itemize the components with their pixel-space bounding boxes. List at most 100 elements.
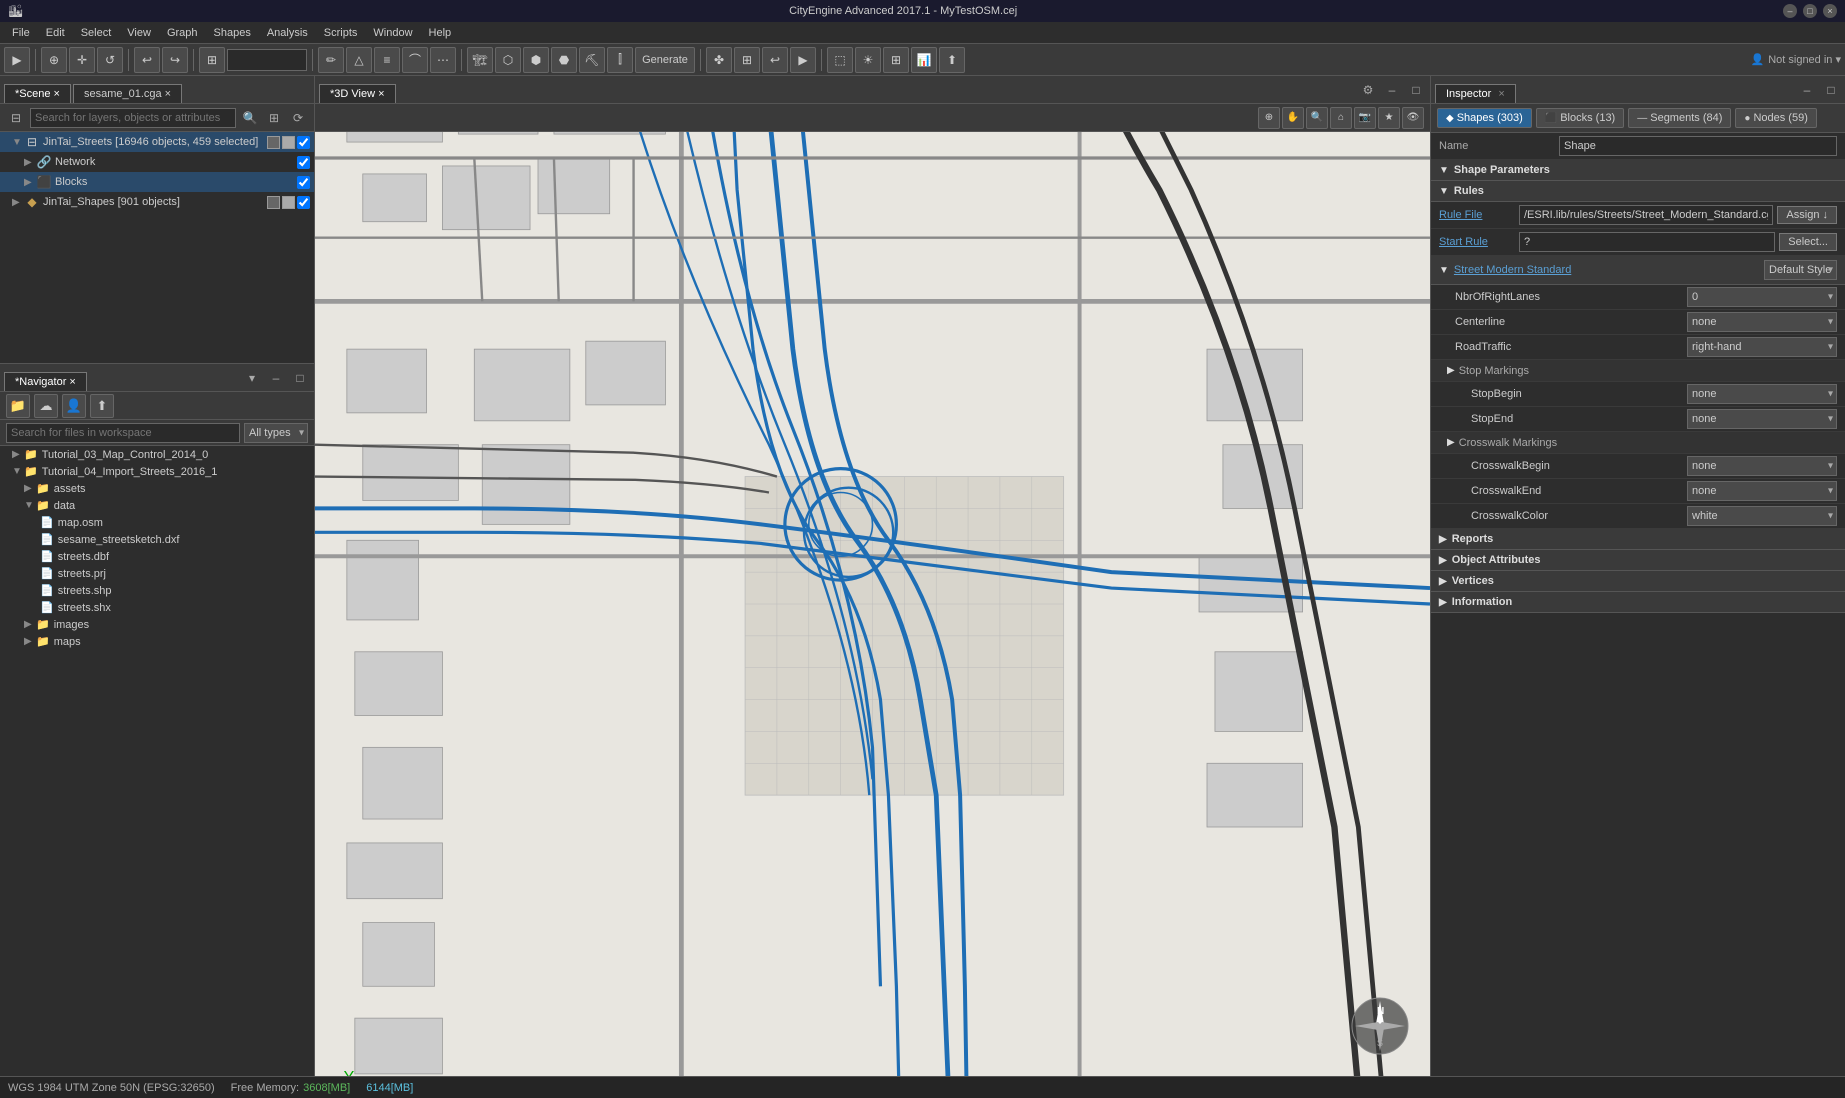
shape-params-header[interactable]: ▼ Shape Parameters xyxy=(1431,160,1845,181)
view-orbit-btn[interactable]: ⊕ xyxy=(1258,107,1280,129)
view-pan-btn[interactable]: ✋ xyxy=(1282,107,1304,129)
segments-tab[interactable]: — Segments (84) xyxy=(1628,108,1731,128)
toolbar-undo-btn[interactable]: ↩ xyxy=(134,47,160,73)
layer-jintai-shapes[interactable]: ▶ ◆ JinTai_Shapes [901 objects] xyxy=(0,192,314,212)
toolbar-play-btn[interactable]: ▶ xyxy=(790,47,816,73)
reports-header[interactable]: ▶ Reports xyxy=(1431,529,1845,550)
information-header[interactable]: ▶ Information xyxy=(1431,592,1845,613)
toolbar-zoom-btn[interactable]: ⊞ xyxy=(199,47,225,73)
shapes-checkbox[interactable] xyxy=(297,196,310,209)
layer-checkbox[interactable] xyxy=(297,136,310,149)
rule-file-input[interactable] xyxy=(1519,205,1773,225)
crosswalk-end-select[interactable]: nonezebra xyxy=(1687,481,1837,501)
toolbar-open-btn[interactable]: ▶ xyxy=(4,47,30,73)
nav-streets-shp-item[interactable]: 📄 streets.shp xyxy=(0,582,314,599)
view-home-btn[interactable]: ⌂ xyxy=(1330,107,1352,129)
nav-tutorial03-item[interactable]: ▶ 📁 Tutorial_03_Map_Control_2014_0 xyxy=(0,446,314,463)
menu-file[interactable]: File xyxy=(4,25,38,41)
nav-maps-item[interactable]: ▶ 📁 maps xyxy=(0,633,314,650)
layer-jintai-streets[interactable]: ▼ ⊟ JinTai_Streets [16946 objects, 459 s… xyxy=(0,132,314,152)
nav-cloud2-btn[interactable]: ⬆ xyxy=(90,394,114,418)
crosswalk-begin-select[interactable]: nonezebra xyxy=(1687,456,1837,476)
menu-window[interactable]: Window xyxy=(365,25,420,41)
nav-collapse-btn[interactable]: ▾ xyxy=(242,368,262,388)
maximize-button[interactable]: □ xyxy=(1803,4,1817,18)
toolbar-export-btn[interactable]: ⬆ xyxy=(939,47,965,73)
view-zoom-btn[interactable]: 🔍 xyxy=(1306,107,1328,129)
navigator-type-filter[interactable]: All types CGA files Scene files xyxy=(244,423,308,443)
nav-maximize-btn[interactable]: □ xyxy=(290,368,310,388)
toolbar-snap-btn[interactable]: ✤ xyxy=(706,47,732,73)
toolbar-align-btn[interactable]: ⫿ xyxy=(607,47,633,73)
expand-icon[interactable]: ▼ xyxy=(12,137,24,148)
nav-streets-dbf-item[interactable]: 📄 streets.dbf xyxy=(0,548,314,565)
toolbar-redo-btn[interactable]: ↪ xyxy=(162,47,188,73)
view-maximize-btn[interactable]: □ xyxy=(1406,80,1426,100)
toolbar-block-btn[interactable]: ⬢ xyxy=(523,47,549,73)
toolbar-select-btn[interactable]: ⊕ xyxy=(41,47,67,73)
toolbar-curve-btn[interactable]: ⌒ xyxy=(402,47,428,73)
shapes-vis-icon[interactable] xyxy=(267,196,280,209)
toolbar-ortho-btn[interactable]: ↩ xyxy=(762,47,788,73)
select-button[interactable]: Select... xyxy=(1779,233,1837,251)
toolbar-layers-btn[interactable]: ⊞ xyxy=(883,47,909,73)
nav-sesame-dxf-item[interactable]: 📄 sesame_streetsketch.dxf xyxy=(0,531,314,548)
scene-share-button[interactable]: ⟳ xyxy=(288,108,308,128)
shapes-tab[interactable]: ◆ Shapes (303) xyxy=(1437,108,1532,128)
toolbar-line-btn[interactable]: ≡ xyxy=(374,47,400,73)
nav-streets-prj-item[interactable]: 📄 streets.prj xyxy=(0,565,314,582)
toolbar-light-btn[interactable]: ☀ xyxy=(855,47,881,73)
nav-assets-expand-icon[interactable]: ▶ xyxy=(24,483,36,494)
cga-tab[interactable]: sesame_01.cga × xyxy=(73,84,182,103)
stop-begin-select[interactable]: nonestop_line xyxy=(1687,384,1837,404)
road-traffic-select[interactable]: right-handleft-hand xyxy=(1687,337,1837,357)
close-button[interactable]: × xyxy=(1823,4,1837,18)
nav-assets-item[interactable]: ▶ 📁 assets xyxy=(0,480,314,497)
shapes-expand-icon[interactable]: ▶ xyxy=(12,197,24,208)
assign-button[interactable]: Assign ↓ xyxy=(1777,206,1837,224)
scene-settings-button[interactable]: ⊞ xyxy=(264,108,284,128)
nav-data-expand-icon[interactable]: ▼ xyxy=(24,500,36,511)
scene-tab[interactable]: *Scene × xyxy=(4,84,71,103)
nav-images-item[interactable]: ▶ 📁 images xyxy=(0,616,314,633)
nbr-right-lanes-select[interactable]: 0123 xyxy=(1687,287,1837,307)
menu-help[interactable]: Help xyxy=(421,25,460,41)
minimize-button[interactable]: – xyxy=(1783,4,1797,18)
menu-graph[interactable]: Graph xyxy=(159,25,206,41)
nav-map-osm-item[interactable]: 📄 map.osm xyxy=(0,514,314,531)
inspector-close-icon[interactable]: × xyxy=(1498,88,1504,100)
view-camera-btn[interactable]: 📷 xyxy=(1354,107,1376,129)
nav-tutorial04-expand-icon[interactable]: ▼ xyxy=(12,466,24,477)
sms-style-select[interactable]: Default Style xyxy=(1764,260,1837,280)
start-rule-input[interactable] xyxy=(1519,232,1775,252)
rules-header[interactable]: ▼ Rules xyxy=(1431,181,1845,202)
toolbar-render-btn[interactable]: ⬚ xyxy=(827,47,853,73)
layer-vis-icon[interactable] xyxy=(267,136,280,149)
stop-end-select[interactable]: nonestop_line xyxy=(1687,409,1837,429)
nav-expand-icon[interactable]: ▶ xyxy=(12,449,24,460)
centerline-select[interactable]: nonedashedsolid xyxy=(1687,312,1837,332)
start-rule-label[interactable]: Start Rule xyxy=(1439,236,1519,248)
network-checkbox[interactable] xyxy=(297,156,310,169)
inspector-tab[interactable]: Inspector × xyxy=(1435,84,1516,103)
rule-file-label[interactable]: Rule File xyxy=(1439,209,1519,221)
menu-select[interactable]: Select xyxy=(73,25,120,41)
scene-search-input[interactable] xyxy=(30,108,236,128)
nav-folder-btn[interactable]: 📁 xyxy=(6,394,30,418)
nav-data-item[interactable]: ▼ 📁 data xyxy=(0,497,314,514)
toolbar-chart-btn[interactable]: 📊 xyxy=(911,47,937,73)
view-visibility-btn[interactable]: 👁 xyxy=(1402,107,1424,129)
nav-images-expand-icon[interactable]: ▶ xyxy=(24,619,36,630)
layer-network[interactable]: ▶ 🔗 Network xyxy=(0,152,314,172)
menu-edit[interactable]: Edit xyxy=(38,25,73,41)
3d-view-canvas[interactable]: X Y N S xyxy=(315,132,1430,1076)
blocks-checkbox[interactable] xyxy=(297,176,310,189)
navigator-search-input[interactable] xyxy=(6,423,240,443)
nav-cloud-btn[interactable]: ☁ xyxy=(34,394,58,418)
view-settings-btn[interactable]: ⚙ xyxy=(1358,80,1378,100)
network-expand-icon[interactable]: ▶ xyxy=(24,157,36,168)
blocks-tab[interactable]: ⬛ Blocks (13) xyxy=(1536,108,1624,128)
toolbar-node-btn[interactable]: ⬡ xyxy=(495,47,521,73)
name-field-input[interactable] xyxy=(1559,136,1837,156)
insp-minimize-btn[interactable]: – xyxy=(1797,80,1817,100)
